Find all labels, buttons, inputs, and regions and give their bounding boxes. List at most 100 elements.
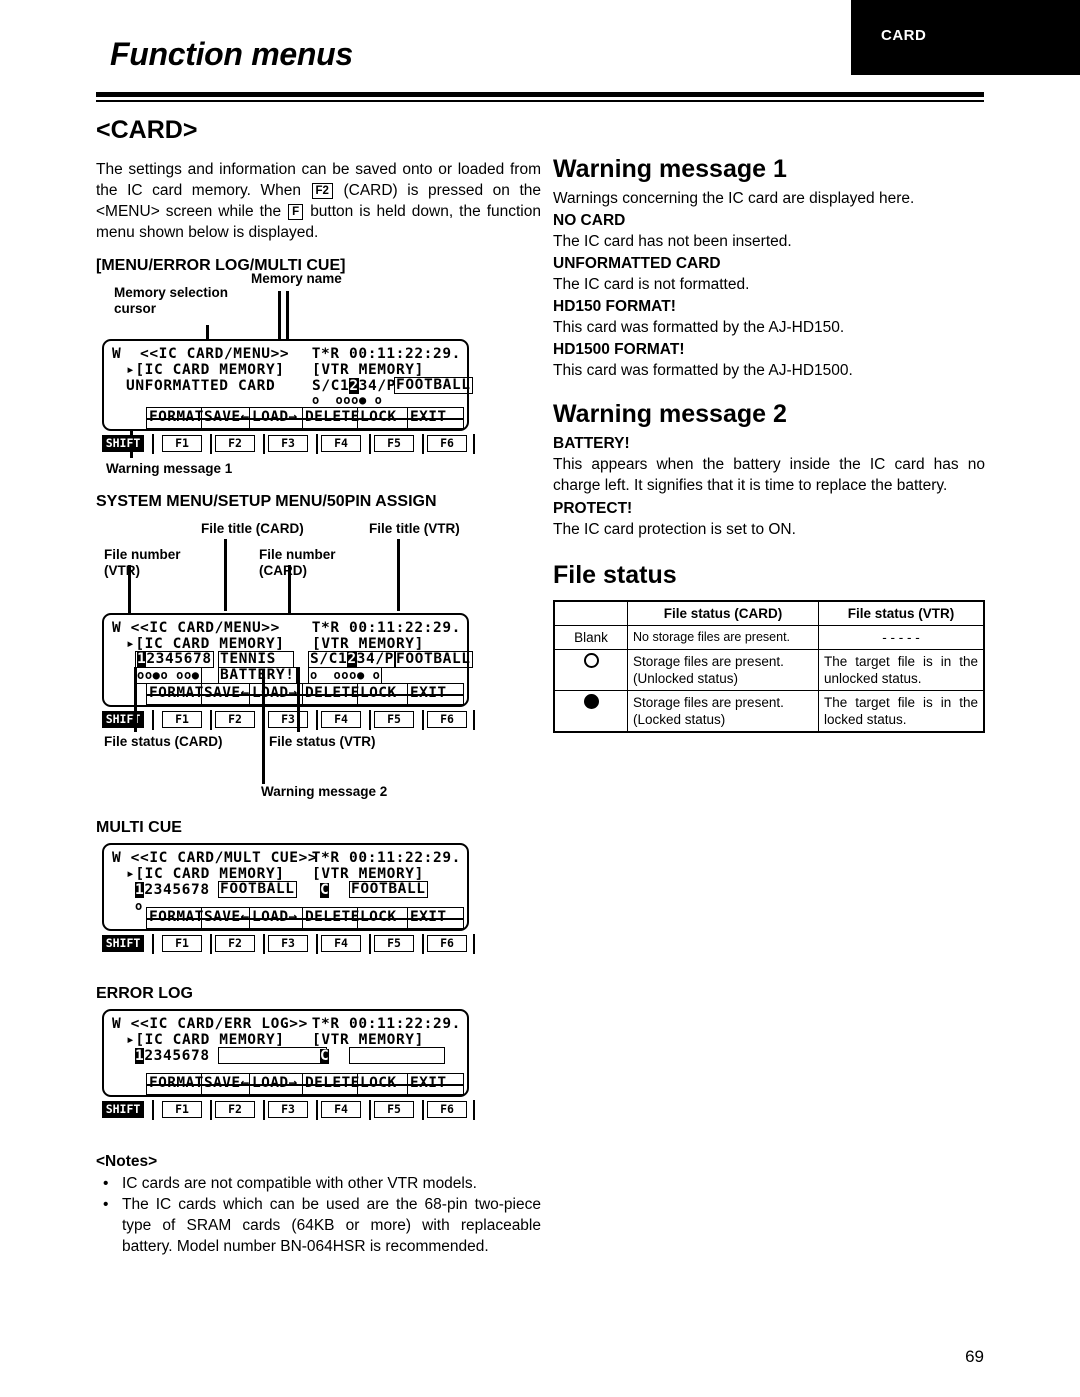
diagram2-figure: File title (CARD) File title (VTR) File … [96, 517, 541, 817]
key-f5[interactable]: F5 [374, 711, 414, 728]
key-f1[interactable]: F1 [162, 935, 202, 952]
callout-warning-message-1: Warning message 1 [106, 461, 233, 476]
fkey-cell-lock[interactable]: LOCK [358, 1074, 408, 1094]
lcd2-vtr-num-highlight: 2 [347, 651, 357, 667]
row-card-blank: No storage files are present. [627, 625, 819, 650]
fkey-cell-delete[interactable]: DELETE [303, 1074, 359, 1094]
lcd3-function-bar: FORMAT SAVE← LOAD→ DELETE LOCK EXIT [146, 907, 464, 929]
key-f4[interactable]: F4 [321, 435, 361, 452]
lcd2-vtr-status-dots: o ooo● o [308, 667, 383, 684]
fkey-cell-save[interactable]: SAVE← [202, 1074, 250, 1094]
key-f2[interactable]: F2 [215, 711, 255, 728]
key-f6[interactable]: F6 [427, 1101, 467, 1118]
callout-file-title-vtr: File title (VTR) [369, 521, 460, 536]
lcd-panel-system-menu: W <<IC CARD/MENU>> T*R 00:11:22:29. ▸[IC… [102, 613, 473, 707]
key-shift[interactable]: SHIFT [102, 435, 144, 452]
key-f5[interactable]: F5 [374, 935, 414, 952]
warning1-desc-hd1500-format: This card was formatted by the AJ-HD1500… [553, 362, 853, 379]
fkey-label-save: SAVE← [204, 685, 250, 701]
warning1-term-hd150-format: HD150 FORMAT! [553, 298, 676, 315]
left-column: <CARD> The settings and information can … [96, 116, 541, 1257]
file-status-table: File status (CARD) File status (VTR) Bla… [553, 600, 985, 733]
key-shift[interactable]: SHIFT [102, 935, 144, 952]
key-f3[interactable]: F3 [268, 435, 308, 452]
col-header-file-status-card: File status (CARD) [627, 600, 819, 626]
key-f4[interactable]: F4 [321, 711, 361, 728]
warning1-desc-no-card: The IC card has not been inserted. [553, 233, 792, 250]
card-intro-paragraph: The settings and information can be save… [96, 159, 541, 243]
row-card-locked: Storage files are present. (Locked statu… [627, 690, 819, 733]
lcd3-card-num-highlight: 1 [135, 882, 145, 898]
fkey-cell-load[interactable]: LOAD→ [250, 684, 303, 704]
fkey-cell-load[interactable]: LOAD→ [250, 908, 303, 928]
fkey-cell-delete[interactable]: DELETE [303, 684, 359, 704]
fkey-cell-load[interactable]: LOAD→ [250, 1074, 303, 1094]
lcd4-card-filenumber: 12345678 [135, 1048, 210, 1064]
callout-line-warning2 [262, 669, 265, 784]
fkey-cell-save[interactable]: SAVE← [202, 408, 250, 428]
key-f6[interactable]: F6 [427, 935, 467, 952]
header-rule-thick [96, 92, 984, 97]
key-f6[interactable]: F6 [427, 435, 467, 452]
key-f3[interactable]: F3 [268, 1101, 308, 1118]
lcd2-vtr-num-a: S/C1 [310, 651, 348, 667]
fkey-label-load: LOAD→ [252, 685, 298, 701]
key-shift[interactable]: SHIFT [102, 1101, 144, 1118]
callout-file-status-card: File status (CARD) [104, 734, 223, 749]
key-shift[interactable]: SHIFT [102, 711, 144, 728]
lcd1-line1-right: T*R 00:11:22:29. [311, 346, 461, 362]
fkey-cell-delete[interactable]: DELETE [303, 908, 359, 928]
fkey-cell-format[interactable]: FORMAT [147, 1074, 203, 1094]
key-f2[interactable]: F2 [215, 1101, 255, 1118]
fkey-cell-lock[interactable]: LOCK [358, 908, 408, 928]
callout-memory-name: Memory name [251, 271, 342, 286]
table-row: Storage files are present. (Unlocked sta… [553, 649, 985, 691]
fkey-cell-format[interactable]: FORMAT [147, 408, 204, 428]
fkey-cell-load[interactable]: LOAD→ [250, 408, 303, 428]
fkey-label-load: LOAD→ [252, 1075, 298, 1091]
fkey-cell-format[interactable]: FORMAT [147, 684, 203, 704]
note-item: • The IC cards which can be used are the … [96, 1194, 541, 1257]
lcd4-line2-left: ▸[IC CARD MEMORY] [126, 1032, 285, 1048]
key-f2[interactable]: F2 [215, 935, 255, 952]
key-f5[interactable]: F5 [374, 1101, 414, 1118]
lcd4-function-bar: FORMAT SAVE← LOAD→ DELETE LOCK EXIT [146, 1073, 464, 1095]
diagram3-heading: MULTI CUE [96, 819, 182, 836]
fkey-cell-format[interactable]: FORMAT [147, 908, 203, 928]
diagram4-figure: W <<IC CARD/ERR LOG>> T*R 00:11:22:29. ▸… [96, 1009, 541, 1149]
key-f2[interactable]: F2 [215, 435, 255, 452]
lcd1-vtr-num-a: S/C1 [312, 378, 350, 394]
lcd2-card-num-highlight: 1 [137, 651, 147, 667]
fkey-label-format: FORMAT [149, 409, 204, 425]
fkey-label-load: LOAD→ [252, 409, 298, 425]
fkey-cell-exit[interactable]: EXIT [408, 408, 465, 428]
fkey-cell-exit[interactable]: EXIT [408, 1074, 465, 1094]
fkey-cell-lock[interactable]: LOCK [358, 408, 408, 428]
key-f5[interactable]: F5 [374, 435, 414, 452]
fkey-cell-save[interactable]: SAVE← [202, 908, 250, 928]
key-f1[interactable]: F1 [162, 435, 202, 452]
fkey-label-save: SAVE← [204, 409, 250, 425]
fkey-cell-exit[interactable]: EXIT [408, 908, 465, 928]
circle-filled-icon [583, 694, 599, 709]
diagram2-heading: SYSTEM MENU/SETUP MENU/50PIN ASSIGN [96, 493, 437, 510]
lcd1-line2-right: [VTR MEMORY] [312, 362, 424, 378]
callout-line-filetitle-vtr [397, 539, 400, 611]
key-f3[interactable]: F3 [268, 711, 308, 728]
key-f1[interactable]: F1 [162, 711, 202, 728]
key-f4[interactable]: F4 [321, 935, 361, 952]
page-title: Function menus [110, 36, 353, 72]
warning1-term-no-card: NO CARD [553, 212, 626, 229]
key-f4[interactable]: F4 [321, 1101, 361, 1118]
note-item: • IC cards are not compatible with other … [96, 1173, 541, 1194]
key-f6[interactable]: F6 [427, 711, 467, 728]
fkey-cell-lock[interactable]: LOCK [358, 684, 408, 704]
fkey-cell-save[interactable]: SAVE← [202, 684, 250, 704]
lcd2-line2-right: [VTR MEMORY] [312, 636, 424, 652]
page-number: 69 [965, 1347, 984, 1366]
key-f3[interactable]: F3 [268, 935, 308, 952]
circle-outline-icon [583, 653, 599, 668]
fkey-cell-delete[interactable]: DELETE [303, 408, 359, 428]
fkey-cell-exit[interactable]: EXIT [408, 684, 465, 704]
key-f1[interactable]: F1 [162, 1101, 202, 1118]
